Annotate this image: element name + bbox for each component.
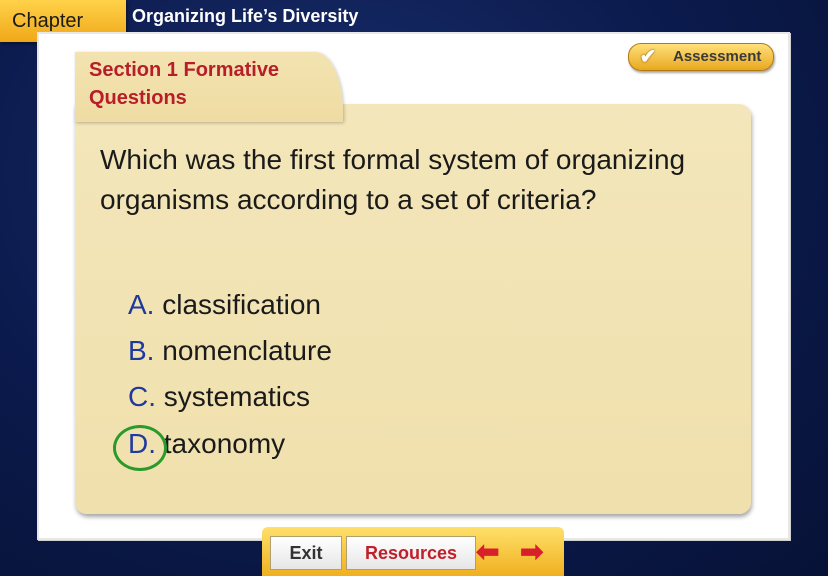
arrow-left-icon[interactable]: ⬅ (476, 537, 499, 567)
assessment-label: Assessment (673, 48, 762, 65)
check-icon: ✔ (639, 46, 657, 68)
option-c[interactable]: C. systematics (128, 381, 310, 413)
option-text: taxonomy (163, 428, 286, 459)
arrow-right-icon[interactable]: ➡ (520, 537, 543, 567)
option-text: nomenclature (162, 335, 332, 366)
option-letter: A. (128, 289, 155, 320)
bottom-toolbar: Exit Resources ⬅ ➡ (262, 527, 564, 576)
question-text: Which was the first formal system of org… (100, 144, 686, 215)
correct-answer-circle (113, 425, 167, 471)
section-label: Section 1 Formative Questions (89, 59, 280, 109)
option-a[interactable]: A. classification (128, 289, 321, 321)
resources-button[interactable]: Resources (346, 536, 476, 570)
chapter-title: Organizing Life’s Diversity (132, 6, 359, 26)
assessment-button[interactable]: ✔ Assessment (628, 43, 774, 71)
option-letter: B. (128, 335, 155, 366)
exit-button[interactable]: Exit (270, 536, 342, 570)
option-letter: C. (128, 381, 156, 412)
option-b[interactable]: B. nomenclature (128, 335, 332, 367)
option-text: classification (162, 289, 321, 320)
chapter-label: Chapter (12, 10, 84, 32)
option-text: systematics (163, 381, 311, 412)
